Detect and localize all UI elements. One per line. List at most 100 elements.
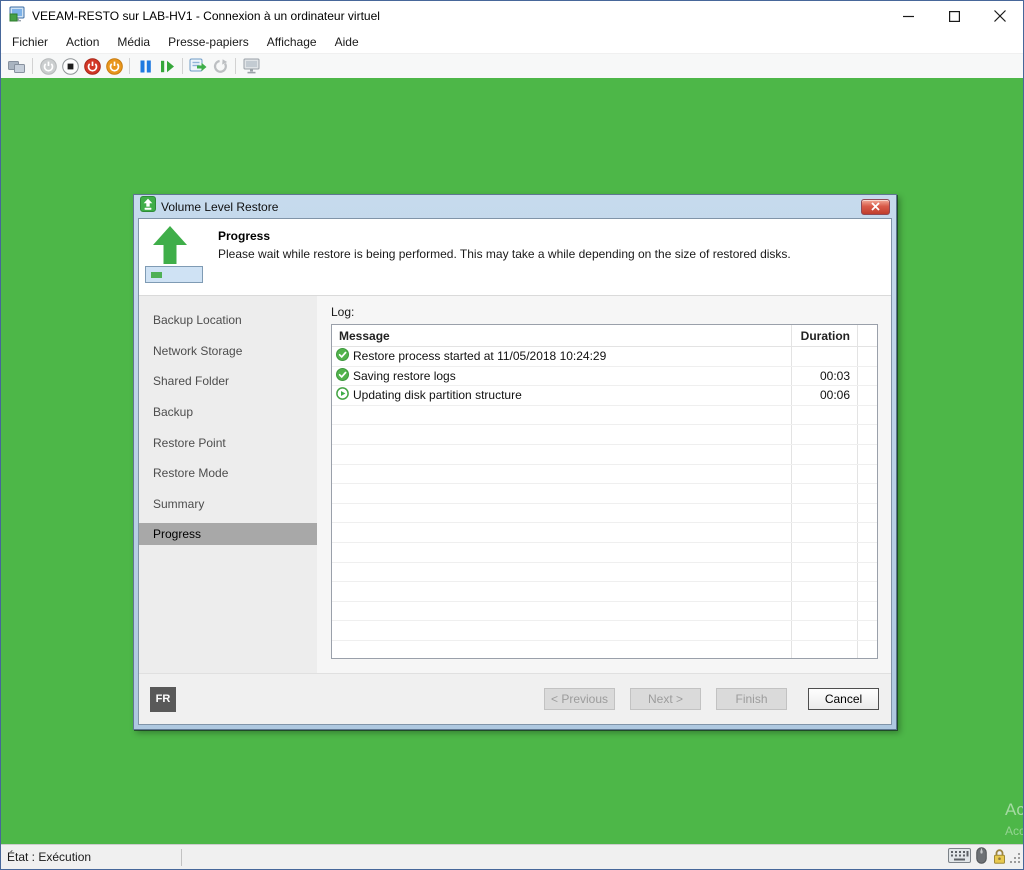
shut-down-vm-button[interactable] xyxy=(81,56,103,77)
ctrl-alt-del-button[interactable] xyxy=(6,56,28,77)
window-controls xyxy=(885,1,1023,31)
log-table[interactable]: Message Duration Restore process started… xyxy=(331,324,878,659)
maximize-icon xyxy=(949,11,960,22)
revert-button[interactable] xyxy=(209,56,231,77)
close-icon xyxy=(994,10,1006,22)
activation-watermark-line2: Accé xyxy=(1005,824,1023,838)
dialog-close-icon xyxy=(871,202,880,211)
table-row-empty xyxy=(332,621,877,641)
wizard-header: Progress Please wait while restore is be… xyxy=(139,219,891,296)
status-bar: État : Exécution xyxy=(1,844,1023,869)
vm-state-label: État : Exécution xyxy=(1,850,91,864)
close-button[interactable] xyxy=(977,1,1023,31)
log-table-header: Message Duration xyxy=(332,325,877,347)
sidebar-item-shared-folder: Shared Folder xyxy=(139,366,317,397)
volume-level-restore-dialog: Volume Level Restore Progress xyxy=(133,194,897,730)
statusbar-separator xyxy=(181,849,182,866)
log-duration xyxy=(791,347,857,366)
toolbar-separator xyxy=(129,58,130,74)
lock-icon xyxy=(992,848,1007,867)
start-vm-button[interactable] xyxy=(37,56,59,77)
table-row-empty xyxy=(332,406,877,426)
dialog-close-button[interactable] xyxy=(861,199,890,215)
sidebar-item-progress: Progress xyxy=(139,523,317,545)
wizard-step-description: Please wait while restore is being perfo… xyxy=(218,247,791,261)
turn-off-vm-button[interactable] xyxy=(59,56,81,77)
log-message: Saving restore logs xyxy=(353,369,456,383)
ctrl-alt-del-icon xyxy=(8,59,26,74)
log-label: Log: xyxy=(331,305,878,319)
table-row-empty xyxy=(332,504,877,524)
log-panel: Log: Message Duration xyxy=(317,296,891,673)
menu-media[interactable]: Média xyxy=(108,31,159,53)
menu-affichage[interactable]: Affichage xyxy=(258,31,326,53)
power-start-icon xyxy=(40,58,57,75)
sidebar-item-restore-point: Restore Point xyxy=(139,427,317,458)
language-badge[interactable]: FR xyxy=(150,687,176,712)
row-end-cell xyxy=(857,386,877,405)
enhanced-session-icon xyxy=(242,58,261,74)
finish-button[interactable]: Finish xyxy=(716,688,787,710)
log-duration: 00:06 xyxy=(791,386,857,405)
log-message: Updating disk partition structure xyxy=(353,388,522,402)
next-button[interactable]: Next > xyxy=(630,688,701,710)
minimize-icon xyxy=(903,11,914,22)
wizard-step-title: Progress xyxy=(218,229,270,243)
table-row-empty xyxy=(332,484,877,504)
maximize-button[interactable] xyxy=(931,1,977,31)
mini-progress-segment xyxy=(151,272,162,278)
activation-watermark-line1: Act xyxy=(1005,800,1023,820)
activation-watermark: Act Accé xyxy=(1005,800,1023,838)
resume-vm-button[interactable] xyxy=(156,56,178,77)
previous-button[interactable]: < Previous xyxy=(544,688,615,710)
vmconnect-window: { "window": { "title": "VEEAM-RESTO sur … xyxy=(0,0,1024,870)
menu-fichier[interactable]: Fichier xyxy=(3,31,57,53)
dialog-titlebar[interactable]: Volume Level Restore xyxy=(138,195,892,218)
power-shutdown-icon xyxy=(84,58,101,75)
dialog-title: Volume Level Restore xyxy=(161,200,278,214)
log-duration: 00:03 xyxy=(791,367,857,386)
table-row[interactable]: Updating disk partition structure 00:06 xyxy=(332,386,877,406)
cancel-button[interactable]: Cancel xyxy=(808,688,879,710)
mouse-icon xyxy=(976,847,987,867)
table-row-empty xyxy=(332,523,877,543)
in-progress-icon xyxy=(336,387,349,403)
enhanced-session-button[interactable] xyxy=(240,56,262,77)
menu-action[interactable]: Action xyxy=(57,31,108,53)
window-title: VEEAM-RESTO sur LAB-HV1 - Connexion à un… xyxy=(32,9,380,23)
success-check-icon xyxy=(336,368,349,384)
table-row-empty xyxy=(332,641,877,659)
resize-grip[interactable] xyxy=(1008,851,1021,867)
success-check-icon xyxy=(336,348,349,364)
pause-vm-button[interactable] xyxy=(134,56,156,77)
sidebar-item-backup-location: Backup Location xyxy=(139,305,317,336)
toolbar-separator xyxy=(235,58,236,74)
row-end-cell xyxy=(857,347,877,366)
sidebar-item-network-storage: Network Storage xyxy=(139,336,317,367)
keyboard-icon xyxy=(948,848,971,866)
wizard-footer: FR < Previous Next > Finish Cancel xyxy=(139,673,891,724)
minimize-button[interactable] xyxy=(885,1,931,31)
menu-presse-papiers[interactable]: Presse-papiers xyxy=(159,31,258,53)
dialog-body: Progress Please wait while restore is be… xyxy=(138,218,892,725)
checkpoint-button[interactable] xyxy=(187,56,209,77)
vmconnect-app-icon xyxy=(9,6,25,27)
table-row[interactable]: Saving restore logs 00:03 xyxy=(332,367,877,387)
menu-bar: Fichier Action Média Presse-papiers Affi… xyxy=(1,31,1023,53)
save-vm-button[interactable] xyxy=(103,56,125,77)
row-end-cell xyxy=(857,367,877,386)
sidebar-item-summary: Summary xyxy=(139,489,317,520)
column-header-duration[interactable]: Duration xyxy=(791,325,857,346)
vm-display-area[interactable]: Act Accé Volume Level Restore xyxy=(1,78,1023,846)
pause-icon xyxy=(139,60,152,73)
log-message: Restore process started at 11/05/2018 10… xyxy=(353,349,606,363)
toolbar-separator xyxy=(182,58,183,74)
table-row[interactable]: Restore process started at 11/05/2018 10… xyxy=(332,347,877,367)
sidebar-item-backup: Backup xyxy=(139,397,317,428)
power-save-icon xyxy=(106,58,123,75)
column-header-message[interactable]: Message xyxy=(332,325,791,346)
checkpoint-icon xyxy=(189,58,207,74)
column-header-end xyxy=(857,325,877,346)
menu-aide[interactable]: Aide xyxy=(326,31,368,53)
toolbar xyxy=(1,53,1023,78)
